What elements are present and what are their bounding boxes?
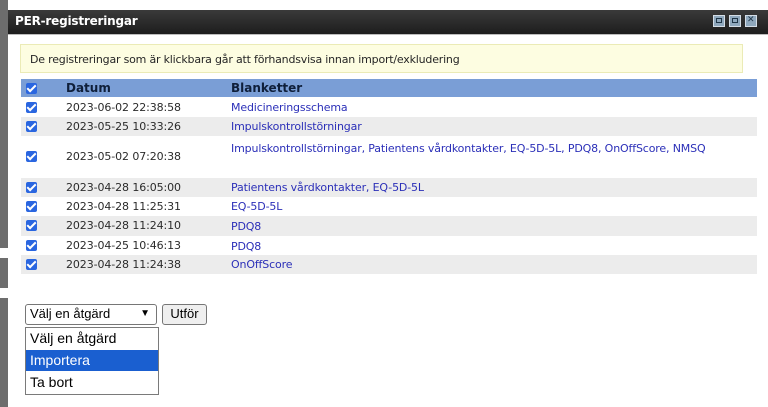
dropdown-option[interactable]: Ta bort <box>26 372 158 393</box>
row-date: 2023-05-02 07:20:38 <box>66 150 181 163</box>
row-checkbox[interactable] <box>26 182 37 193</box>
dropdown-option-highlighted[interactable]: Importera <box>26 350 158 371</box>
row-date: 2023-05-25 10:33:26 <box>66 120 181 133</box>
column-header-forms: Blanketter <box>231 81 303 95</box>
row-forms-link[interactable]: PDQ8 <box>231 219 751 234</box>
row-date: 2023-06-02 22:38:58 <box>66 101 181 114</box>
execute-button[interactable]: Utför <box>162 304 207 325</box>
row-checkbox[interactable] <box>26 151 37 162</box>
info-message: De registreringar som är klickbara går a… <box>20 44 743 73</box>
table-row: 2023-04-25 10:46:13 PDQ8 <box>21 236 757 255</box>
row-date: 2023-04-25 10:46:13 <box>66 239 181 252</box>
row-forms-link[interactable]: Medicineringsschema <box>231 100 751 115</box>
edge-notch <box>0 248 8 258</box>
row-date: 2023-04-28 11:24:38 <box>66 258 181 271</box>
row-forms-link[interactable]: PDQ8 <box>231 239 751 254</box>
action-dropdown-menu: Välj en åtgärd Importera Ta bort <box>25 327 159 395</box>
table-header: Datum Blanketter <box>21 79 757 97</box>
row-forms-link[interactable]: Patientens vårdkontakter, EQ-5D-5L <box>231 180 751 195</box>
row-checkbox[interactable] <box>26 102 37 113</box>
column-header-date: Datum <box>66 81 111 95</box>
row-forms-link[interactable]: OnOffScore <box>231 257 751 272</box>
dropdown-option[interactable]: Välj en åtgärd <box>26 328 158 349</box>
chevron-down-icon: ▼ <box>140 308 150 319</box>
action-select[interactable]: Välj en åtgärd ▼ <box>25 304 157 325</box>
table-row: 2023-04-28 16:05:00 Patientens vårdkonta… <box>21 178 757 197</box>
select-all-checkbox[interactable] <box>26 83 37 94</box>
row-checkbox[interactable] <box>26 240 37 251</box>
row-forms-link[interactable]: Impulskontrollstörningar, Patientens vår… <box>231 141 751 156</box>
restore-icon[interactable] <box>729 15 741 27</box>
minimize-icon[interactable] <box>713 15 725 27</box>
table-row: 2023-05-02 07:20:38 Impulskontrollstörni… <box>21 136 757 178</box>
row-checkbox[interactable] <box>26 220 37 231</box>
row-checkbox[interactable] <box>26 259 37 270</box>
edge-notch <box>0 288 8 298</box>
close-icon[interactable]: ✕ <box>745 15 757 27</box>
row-checkbox[interactable] <box>26 201 37 212</box>
row-forms-link[interactable]: Impulskontrollstörningar <box>231 119 751 134</box>
table-row: 2023-04-28 11:24:38 OnOffScore <box>21 255 757 274</box>
window-title: PER-registreringar <box>15 14 138 28</box>
left-edge-bar <box>0 0 8 407</box>
window-titlebar[interactable]: PER-registreringar ✕ <box>8 10 768 35</box>
per-window: PER-registreringar ✕ De registreringar s… <box>8 0 768 407</box>
row-forms-link[interactable]: EQ-5D-5L <box>231 199 751 214</box>
table-row: 2023-06-02 22:38:58 Medicineringsschema <box>21 98 757 117</box>
row-date: 2023-04-28 11:24:10 <box>66 219 181 232</box>
action-select-value: Välj en åtgärd <box>30 306 111 321</box>
row-checkbox[interactable] <box>26 121 37 132</box>
row-date: 2023-04-28 11:25:31 <box>66 200 181 213</box>
table-row: 2023-05-25 10:33:26 Impulskontrollstörni… <box>21 117 757 136</box>
table-row: 2023-04-28 11:25:31 EQ-5D-5L <box>21 197 757 216</box>
row-date: 2023-04-28 16:05:00 <box>66 181 181 194</box>
table-row: 2023-04-28 11:24:10 PDQ8 <box>21 216 757 236</box>
